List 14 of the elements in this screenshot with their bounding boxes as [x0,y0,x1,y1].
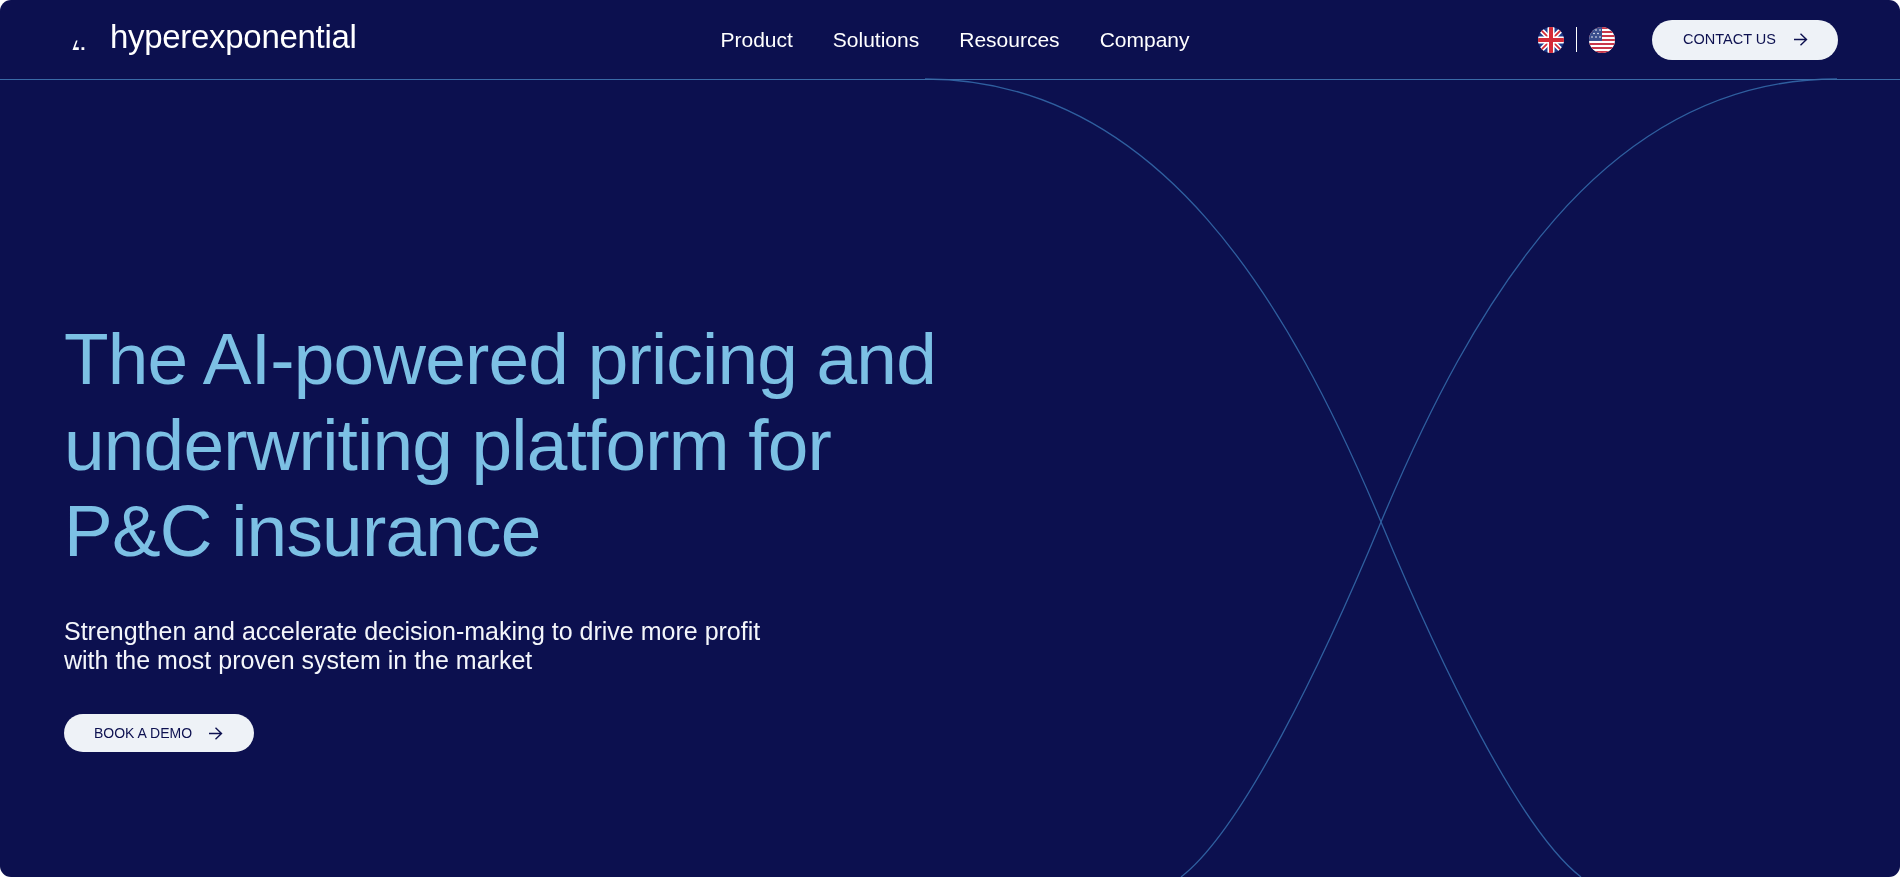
logo-text[interactable]: hyperexponential [110,19,357,56]
us-flag-icon[interactable] [1589,26,1616,53]
uk-flag-icon[interactable] [1538,26,1565,53]
nav-link[interactable]: Solutions [832,26,920,53]
arrow-right-icon [208,726,224,740]
book-demo-button[interactable]: BOOK A DEMO [64,714,255,752]
logo-mark-icon[interactable] [72,40,85,51]
hero-subtitle: Strengthen and accelerate decision-making to drive more profit with the most proven system in the market [64,617,762,675]
arrow-right-icon [1793,33,1808,46]
nav-link[interactable]: Resources [959,26,1060,53]
hero-headline: The AI-powered pricing and underwriting platform for P&C insurance [64,317,937,573]
nav-link[interactable]: Product [720,26,793,53]
nav-link[interactable]: Company [1099,26,1190,53]
contact-us-button[interactable]: CONTACT US [1652,19,1838,60]
